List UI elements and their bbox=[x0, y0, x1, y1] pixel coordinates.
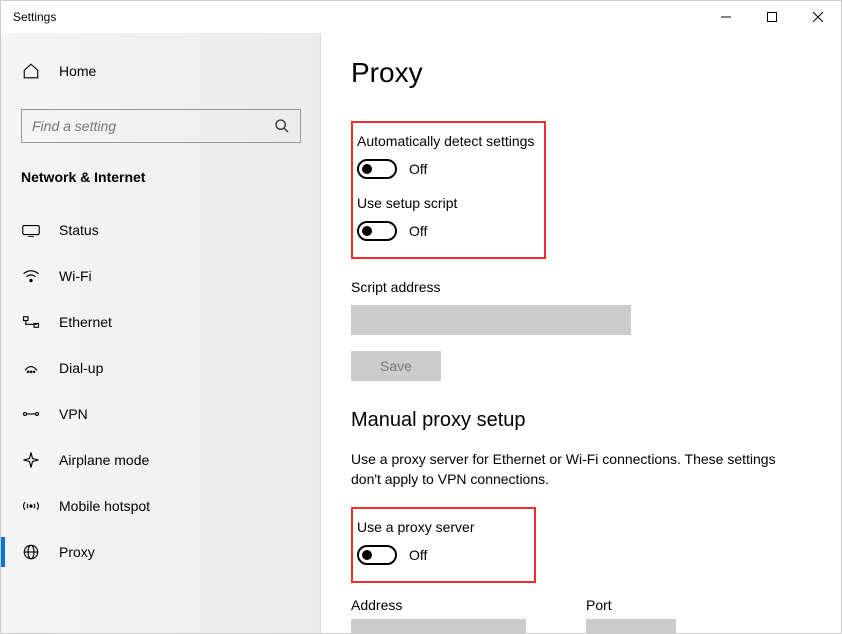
setup-script-label: Use setup script bbox=[357, 195, 534, 211]
manual-section-title: Manual proxy setup bbox=[351, 409, 811, 432]
address-label: Address bbox=[351, 597, 556, 613]
search-box[interactable] bbox=[21, 109, 301, 143]
sidebar-item-status[interactable]: Status bbox=[1, 207, 321, 253]
search-icon bbox=[274, 118, 290, 134]
sidebar-item-hotspot[interactable]: Mobile hotspot bbox=[1, 483, 321, 529]
airplane-icon bbox=[21, 451, 41, 469]
sidebar-item-label: Wi-Fi bbox=[59, 268, 92, 284]
sidebar-item-label: Dial-up bbox=[59, 360, 103, 376]
address-input[interactable] bbox=[351, 619, 526, 633]
use-proxy-state: Off bbox=[409, 547, 427, 563]
sidebar-item-label: Mobile hotspot bbox=[59, 498, 150, 514]
home-nav[interactable]: Home bbox=[1, 51, 321, 91]
close-button[interactable] bbox=[795, 1, 841, 33]
maximize-button[interactable] bbox=[749, 1, 795, 33]
page-title: Proxy bbox=[351, 57, 811, 89]
setup-script-toggle[interactable] bbox=[357, 221, 397, 241]
auto-detect-toggle[interactable] bbox=[357, 159, 397, 179]
titlebar: Settings bbox=[1, 1, 841, 33]
dialup-icon bbox=[21, 361, 41, 375]
home-icon bbox=[21, 62, 41, 80]
sidebar-item-label: Airplane mode bbox=[59, 452, 149, 468]
script-address-label: Script address bbox=[351, 279, 811, 295]
sidebar-item-proxy[interactable]: Proxy bbox=[1, 529, 321, 575]
highlight-manual-proxy: Use a proxy server Off bbox=[351, 507, 536, 583]
hotspot-icon bbox=[21, 499, 41, 513]
sidebar-item-label: Proxy bbox=[59, 544, 95, 560]
window-controls bbox=[703, 1, 841, 33]
content: Proxy Automatically detect settings Off … bbox=[321, 33, 841, 633]
sidebar-item-dialup[interactable]: Dial-up bbox=[1, 345, 321, 391]
sidebar-item-wifi[interactable]: Wi-Fi bbox=[1, 253, 321, 299]
search-input[interactable] bbox=[32, 118, 274, 134]
use-proxy-label: Use a proxy server bbox=[357, 519, 474, 535]
sidebar: Home Network & Internet Status Wi-Fi Eth… bbox=[1, 33, 321, 633]
port-label: Port bbox=[586, 597, 676, 613]
sidebar-item-ethernet[interactable]: Ethernet bbox=[1, 299, 321, 345]
home-label: Home bbox=[59, 63, 96, 79]
sidebar-item-label: VPN bbox=[59, 406, 88, 422]
setup-script-state: Off bbox=[409, 223, 427, 239]
sidebar-item-label: Status bbox=[59, 222, 99, 238]
auto-detect-state: Off bbox=[409, 161, 427, 177]
port-input[interactable] bbox=[586, 619, 676, 633]
vpn-icon bbox=[21, 407, 41, 421]
use-proxy-toggle[interactable] bbox=[357, 545, 397, 565]
minimize-button[interactable] bbox=[703, 1, 749, 33]
auto-detect-label: Automatically detect settings bbox=[357, 133, 534, 149]
ethernet-icon bbox=[21, 315, 41, 329]
script-address-input[interactable] bbox=[351, 305, 631, 335]
manual-section-desc: Use a proxy server for Ethernet or Wi-Fi… bbox=[351, 450, 781, 489]
status-icon bbox=[21, 223, 41, 237]
save-button[interactable]: Save bbox=[351, 351, 441, 381]
sidebar-item-airplane[interactable]: Airplane mode bbox=[1, 437, 321, 483]
sidebar-item-label: Ethernet bbox=[59, 314, 112, 330]
wifi-icon bbox=[21, 269, 41, 283]
window-title: Settings bbox=[13, 10, 703, 24]
proxy-icon bbox=[21, 543, 41, 561]
sidebar-item-vpn[interactable]: VPN bbox=[1, 391, 321, 437]
highlight-auto-setup: Automatically detect settings Off Use se… bbox=[351, 121, 546, 259]
section-header: Network & Internet bbox=[1, 161, 321, 193]
